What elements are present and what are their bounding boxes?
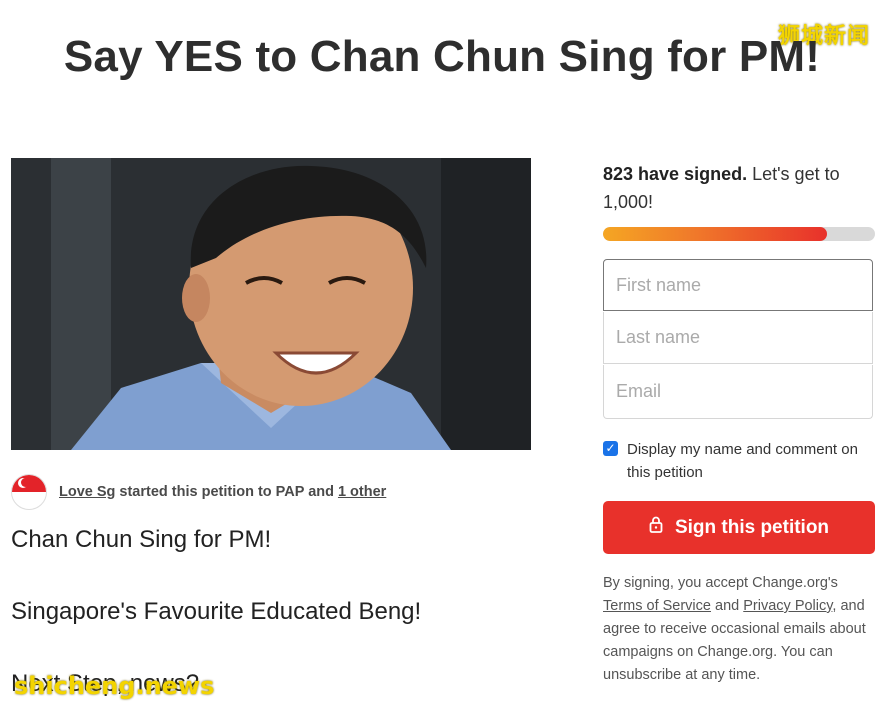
signature-count: 823 have signed. Let's get to 1,000! (603, 160, 873, 216)
body-line-1: Chan Chun Sing for PM! (11, 526, 272, 553)
starter-name-link[interactable]: Love Sg (59, 484, 115, 500)
email-input[interactable] (603, 365, 873, 419)
display-name-label: Display my name and comment on this peti… (627, 441, 858, 481)
starter-other-link[interactable]: 1 other (338, 484, 386, 500)
starter-middle-text: started this petition to PAP and (119, 484, 334, 500)
legal-prefix: By signing, you accept Change.org's (603, 575, 838, 591)
page-title: Say YES to Chan Chun Sing for PM! (63, 32, 821, 81)
terms-of-service-link[interactable]: Terms of Service (603, 598, 711, 614)
watermark-bottom: shicheng.news (14, 672, 215, 700)
petition-starter: Love Sg started this petition to PAP and… (11, 474, 386, 510)
legal-notice: By signing, you accept Change.org's Term… (603, 572, 875, 687)
avatar[interactable] (11, 474, 47, 510)
privacy-policy-link[interactable]: Privacy Policy (743, 598, 832, 614)
lock-icon (649, 516, 663, 539)
signed-count-text: 823 have signed. (603, 164, 748, 184)
first-name-input[interactable] (603, 259, 873, 311)
display-name-checkbox[interactable]: ✓ (603, 441, 618, 456)
signature-progress-bar (603, 227, 875, 241)
sign-petition-label: Sign this petition (674, 516, 830, 538)
display-name-option[interactable]: ✓ Display my name and comment on this pe… (603, 438, 873, 484)
progress-fill (603, 227, 827, 241)
legal-and: and (715, 598, 740, 614)
sign-petition-button[interactable]: Sign this petition (603, 501, 875, 554)
body-line-2: Singapore's Favourite Educated Beng! (11, 598, 422, 625)
petition-photo (11, 158, 531, 450)
last-name-input[interactable] (603, 312, 873, 364)
